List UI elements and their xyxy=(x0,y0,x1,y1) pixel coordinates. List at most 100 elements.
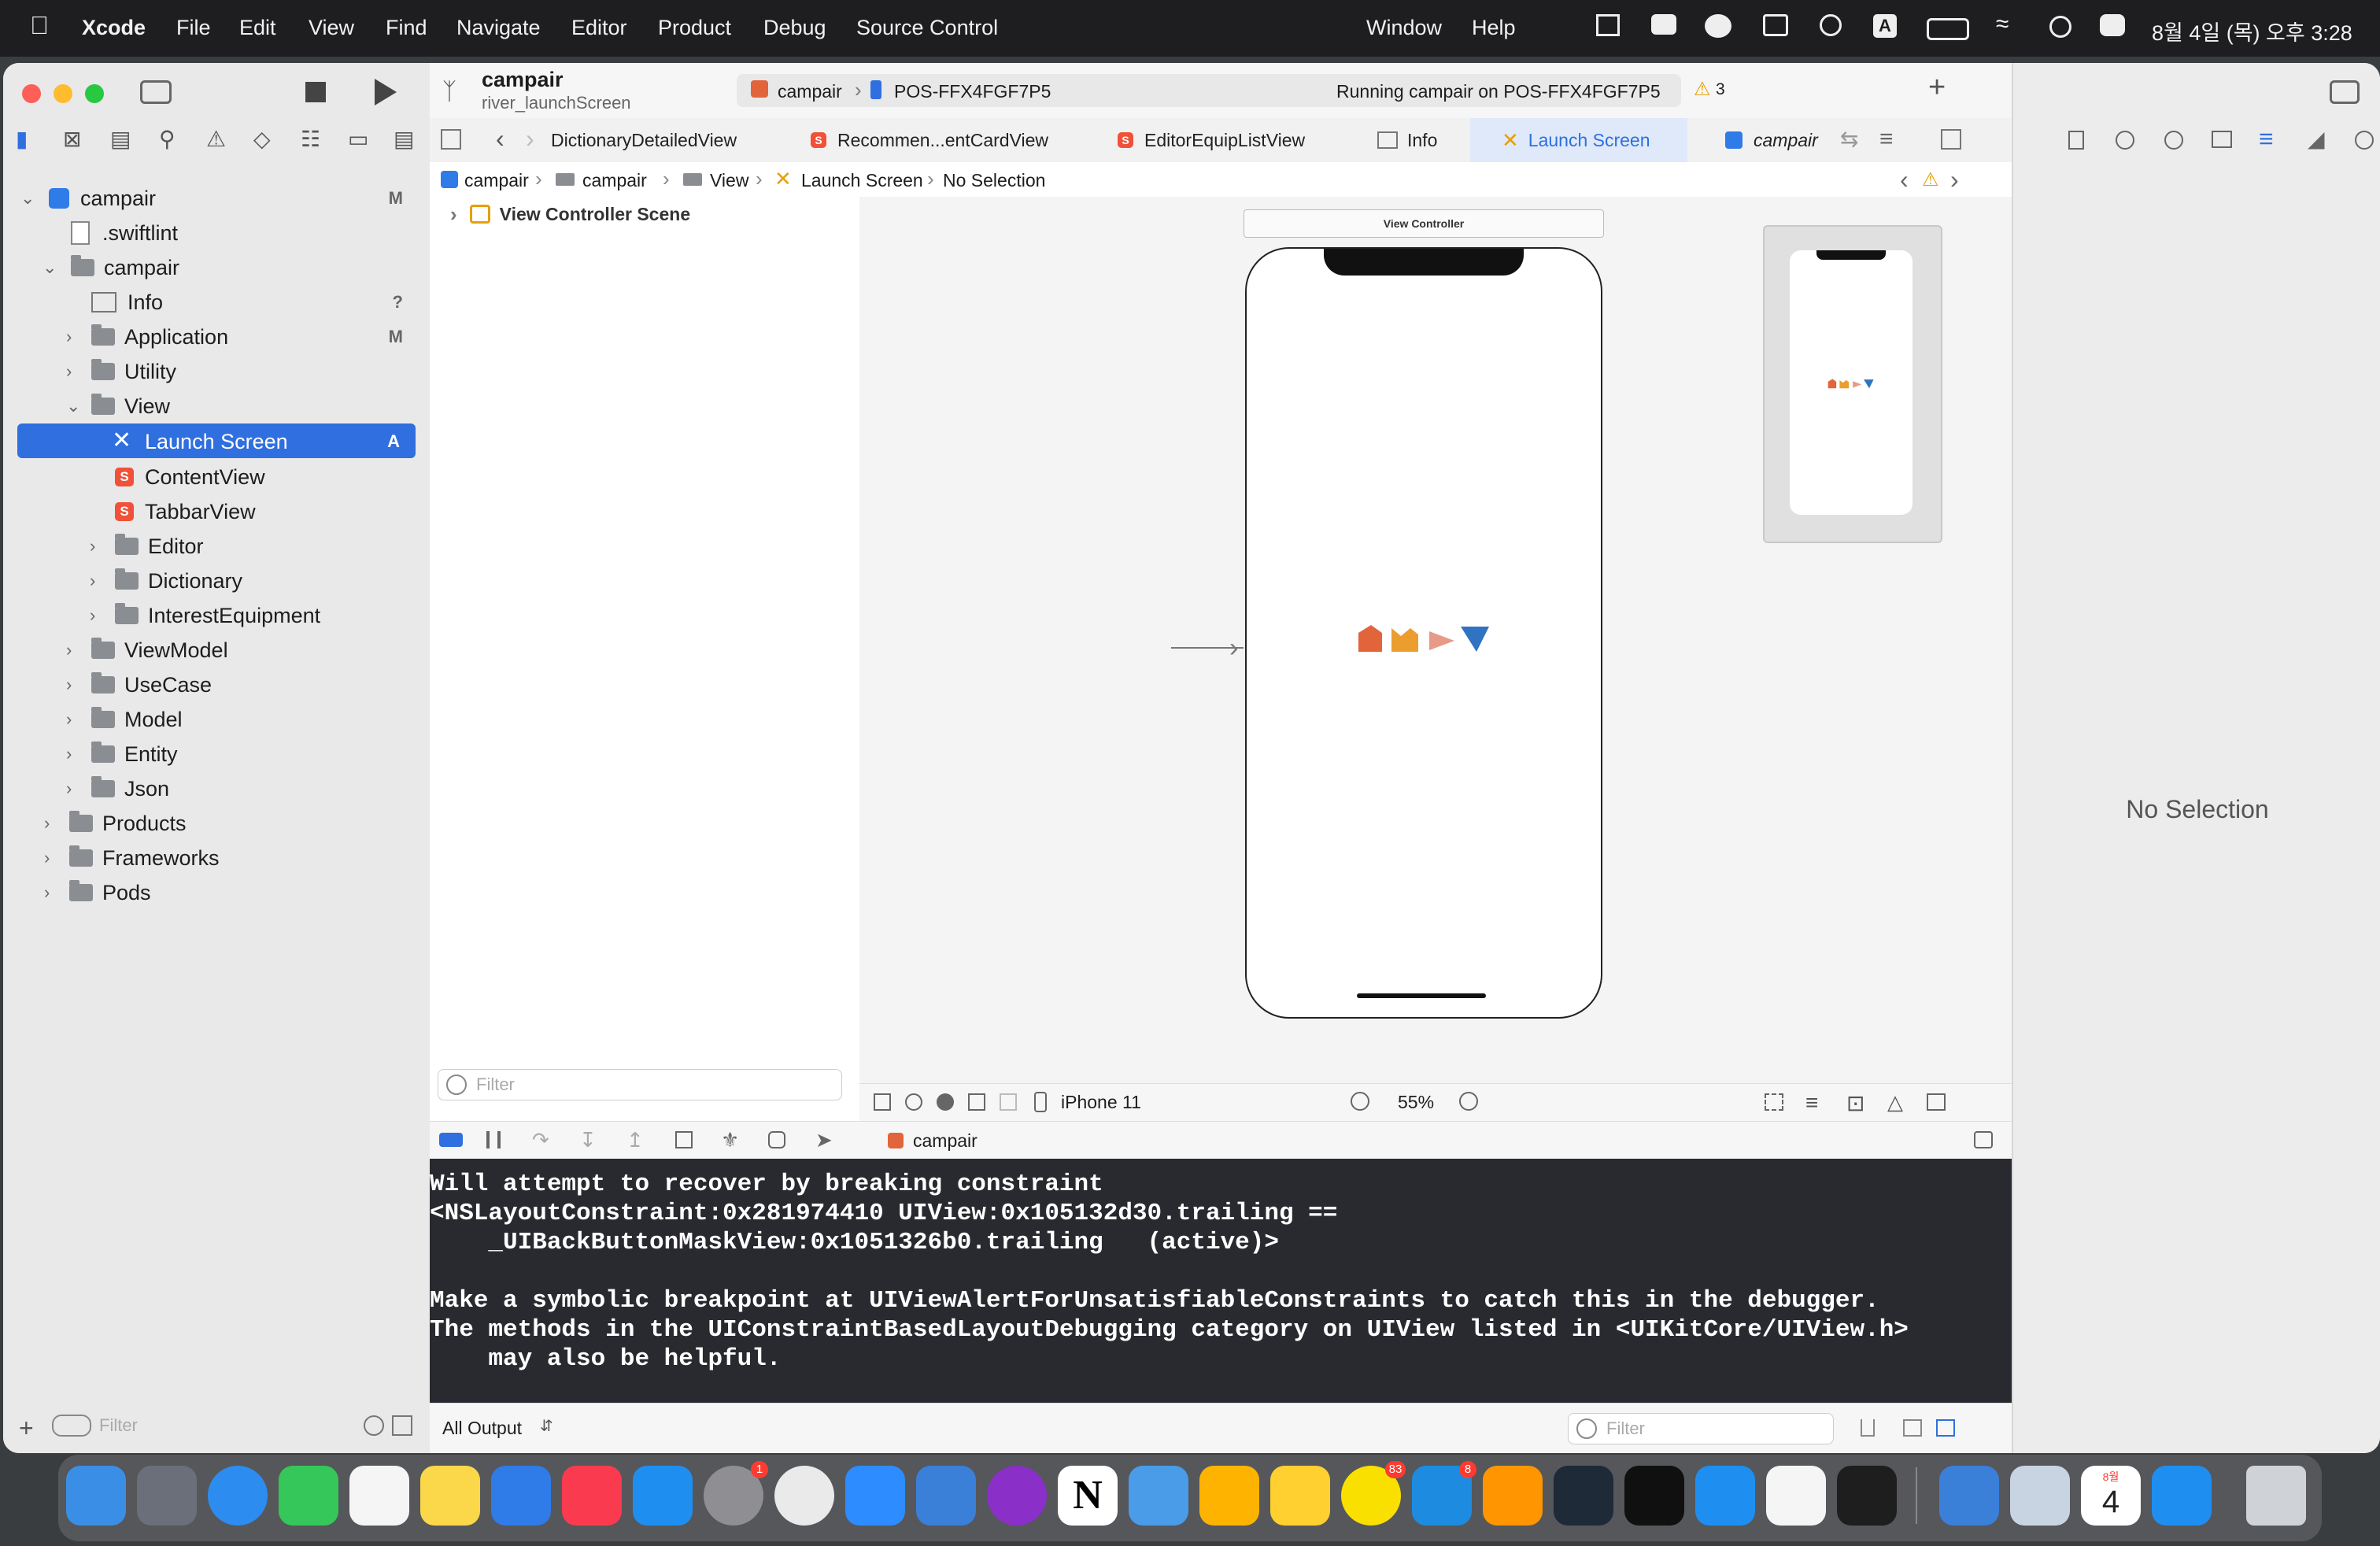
books-icon[interactable] xyxy=(1483,1466,1543,1526)
preview-icon[interactable] xyxy=(2010,1466,2070,1526)
tree-item-application[interactable]: › Application M xyxy=(66,320,403,354)
tab-info[interactable]: Info xyxy=(1377,118,1437,162)
file-inspector-icon[interactable] xyxy=(2068,131,2084,150)
tree-item-pods[interactable]: › Pods xyxy=(44,875,403,910)
debug-console[interactable]: Will attempt to recover by breaking cons… xyxy=(430,1159,2012,1403)
terminal-icon[interactable] xyxy=(1624,1466,1684,1526)
related-items-icon[interactable] xyxy=(441,129,461,150)
warning-icon[interactable]: ⚠ xyxy=(1922,168,1939,191)
tree-item-project[interactable]: ⌄ campair M xyxy=(20,181,403,216)
chevron-right-icon[interactable]: › xyxy=(44,848,50,868)
jump-item-view[interactable]: View xyxy=(710,170,748,191)
folder-navigator-icon[interactable]: ▮ xyxy=(16,126,28,152)
tree-item-editor[interactable]: › Editor xyxy=(90,529,403,564)
outline-toggle-icon[interactable] xyxy=(874,1093,891,1111)
tree-item-info[interactable]: Info ? xyxy=(91,285,403,320)
chevron-right-icon[interactable]: › xyxy=(66,361,72,382)
calendar-icon[interactable]: 8월 4 xyxy=(2081,1466,2141,1526)
orientation-icon[interactable] xyxy=(968,1093,985,1111)
slack-icon[interactable] xyxy=(1766,1466,1826,1526)
report-navigator-icon[interactable]: ▤ xyxy=(394,126,414,152)
split-editor-icon[interactable] xyxy=(1941,129,1961,150)
warning-count[interactable]: 3 xyxy=(1716,80,1725,99)
console-view-toggle-icon[interactable] xyxy=(1936,1419,1955,1437)
kakaotalk-icon[interactable]: 83 xyxy=(1341,1461,1406,1526)
help-inspector-icon[interactable] xyxy=(2164,131,2183,150)
tree-item-campair-group[interactable]: ⌄ campair xyxy=(42,250,403,285)
warning-icon[interactable]: ⚠ xyxy=(1694,78,1711,101)
add-file-icon[interactable]: + xyxy=(19,1414,34,1443)
tree-item-utility[interactable]: › Utility xyxy=(66,354,403,389)
keynote-icon[interactable] xyxy=(2152,1466,2212,1526)
xcode-dock-icon[interactable] xyxy=(916,1466,976,1526)
xcode-recent-icon[interactable] xyxy=(1939,1466,1999,1526)
previous-issue-icon[interactable]: ‹ xyxy=(1900,165,1909,194)
test-navigator-icon[interactable]: ◇ xyxy=(253,126,271,152)
zoom-out-icon[interactable] xyxy=(1351,1092,1369,1111)
tree-item-usecase[interactable]: › UseCase xyxy=(66,668,403,702)
tree-item-tabbarview[interactable]: S TabbarView xyxy=(115,494,403,529)
sketch-icon[interactable] xyxy=(1199,1466,1259,1526)
jump-item-selection[interactable]: No Selection xyxy=(943,170,1045,191)
windows-status-icon[interactable] xyxy=(1763,14,1788,36)
launchpad-icon[interactable] xyxy=(137,1466,197,1526)
iphone-frame[interactable] xyxy=(1245,247,1602,1019)
symbol-navigator-icon[interactable]: ▤ xyxy=(110,126,131,152)
appearance-icon[interactable] xyxy=(937,1093,954,1111)
chevron-right-icon[interactable]: › xyxy=(90,536,95,557)
tree-item-json[interactable]: › Json xyxy=(66,771,403,806)
zoom-in-icon[interactable] xyxy=(1459,1092,1478,1111)
source-control-filter-icon[interactable] xyxy=(392,1415,412,1436)
forward-icon[interactable]: › xyxy=(526,124,534,153)
attributes-inspector-icon[interactable]: ≡ xyxy=(2259,124,2274,153)
device-selector[interactable]: POS-FFX4FGF7P5 xyxy=(894,81,1051,102)
hide-debug-area-icon[interactable] xyxy=(1974,1131,1993,1148)
chevron-down-icon[interactable]: ⌄ xyxy=(42,257,57,278)
tab-launch-screen-active[interactable]: ✕ Launch Screen xyxy=(1470,118,1687,162)
chevron-right-icon[interactable]: › xyxy=(90,605,95,626)
outline-item-view-controller-scene[interactable]: › View Controller Scene xyxy=(430,197,859,231)
display-icon[interactable] xyxy=(1596,14,1620,36)
zoom-window-button[interactable] xyxy=(85,84,104,103)
view-controller-scene-dock[interactable]: View Controller xyxy=(1244,209,1604,238)
navigator-filter[interactable]: Filter xyxy=(52,1411,351,1441)
zoom-level[interactable]: 55% xyxy=(1398,1092,1434,1113)
inspector-toggle-icon[interactable] xyxy=(2330,80,2360,104)
miro-icon[interactable] xyxy=(1270,1466,1330,1526)
audio-app-icon[interactable] xyxy=(987,1466,1047,1526)
run-button[interactable] xyxy=(375,79,397,105)
wifi-icon[interactable]: ≈ xyxy=(1996,11,2009,38)
spotlight-icon[interactable] xyxy=(2049,16,2071,38)
tree-item-entity[interactable]: › Entity xyxy=(66,737,403,771)
chevron-right-icon[interactable]: › xyxy=(44,813,50,834)
tab-dictionary-detailed-view[interactable]: DictionaryDetailedView xyxy=(551,118,763,162)
align-icon[interactable]: ≡ xyxy=(1805,1090,1818,1115)
embed-in-icon[interactable] xyxy=(1927,1093,1946,1111)
messages-icon[interactable] xyxy=(279,1466,338,1526)
branch-name[interactable]: river_launchScreen xyxy=(482,93,631,113)
tree-item-products[interactable]: › Products xyxy=(44,806,403,841)
stop-button[interactable] xyxy=(305,82,326,102)
jump-item-project[interactable]: campair xyxy=(464,170,529,191)
chevron-right-icon[interactable]: › xyxy=(66,640,72,660)
menu-help[interactable]: Help xyxy=(1472,16,1516,40)
chevron-right-icon[interactable]: › xyxy=(450,202,457,227)
breakpoints-toggle-icon[interactable] xyxy=(439,1133,463,1147)
chevron-right-icon[interactable]: › xyxy=(66,327,72,347)
outline-filter[interactable]: Filter xyxy=(438,1069,842,1100)
device-selector[interactable]: iPhone 11 xyxy=(1061,1092,1141,1113)
tree-item-interestequipment[interactable]: › InterestEquipment xyxy=(90,598,403,633)
menu-find[interactable]: Find xyxy=(386,16,427,40)
trash-dock-icon[interactable] xyxy=(2246,1466,2306,1526)
add-constraints-icon[interactable]: ⊡ xyxy=(1846,1090,1864,1116)
add-library-icon[interactable]: + xyxy=(1928,71,1946,105)
apple-menu-icon[interactable]:  xyxy=(30,11,49,40)
tree-item-view[interactable]: ⌄ View xyxy=(66,389,403,423)
menu-view[interactable]: View xyxy=(309,16,354,40)
console-filter[interactable]: Filter xyxy=(1568,1413,1834,1444)
jump-item-file[interactable]: Launch Screen xyxy=(801,170,923,191)
recent-files-icon[interactable] xyxy=(364,1415,384,1436)
figma-icon[interactable] xyxy=(1837,1466,1897,1526)
tree-item-swiftlint[interactable]: .swiftlint xyxy=(71,216,403,250)
tab-editor-equip-list-view[interactable]: S EditorEquipListView xyxy=(1118,118,1305,162)
